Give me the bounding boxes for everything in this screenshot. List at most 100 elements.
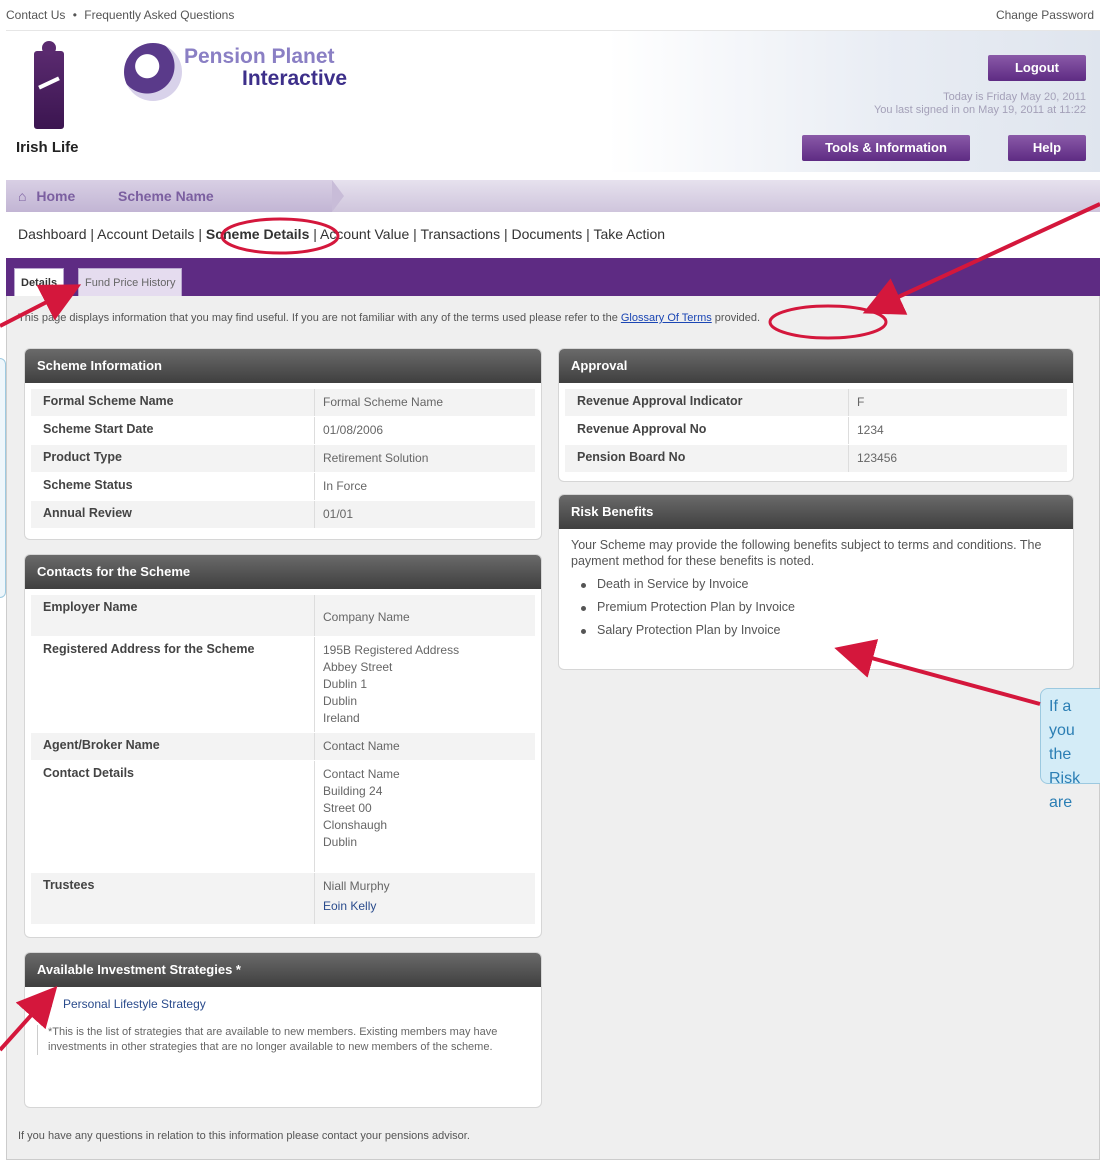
- table-row: Trustees Niall Murphy Eoin Kelly: [31, 873, 535, 925]
- callout-line: If a: [1049, 698, 1072, 715]
- contact-line: Contact Name: [323, 767, 400, 781]
- subnav-dashboard[interactable]: Dashboard: [18, 226, 87, 242]
- callout-line: are: [1049, 794, 1073, 811]
- row-label: Product Type: [43, 450, 122, 464]
- table-row: Annual Review 01/01: [31, 501, 535, 529]
- table-row: Formal Scheme Name Formal Scheme Name: [31, 389, 535, 417]
- row-label: Pension Board No: [577, 450, 686, 464]
- irish-life-logo[interactable]: Irish Life: [16, 41, 86, 161]
- trustee-name: Eoin Kelly: [323, 899, 377, 913]
- row-label: Scheme Start Date: [43, 422, 154, 436]
- callout-line: you: [1049, 722, 1075, 739]
- scheme-information-title: Scheme Information: [25, 349, 541, 383]
- scheme-subnav: Dashboard | Account Details | Scheme Det…: [18, 226, 665, 242]
- row-value: 01/08/2006: [314, 417, 535, 444]
- scheme-information-rows: Formal Scheme Name Formal Scheme Name Sch…: [25, 383, 541, 529]
- product-name-line1: Pension Planet: [184, 45, 335, 68]
- product-name-line2: Interactive: [242, 67, 348, 90]
- breadcrumb-arrow-icon: [332, 180, 344, 212]
- table-row: Registered Address for the Scheme 195B R…: [31, 637, 535, 733]
- row-value: Contact Name: [314, 733, 535, 760]
- trustee-name: Niall Murphy: [323, 879, 390, 893]
- subnav-take-action[interactable]: Take Action: [593, 226, 665, 242]
- risk-benefits-panel: Risk Benefits Your Scheme may provide th…: [558, 494, 1074, 670]
- tools-information-button[interactable]: Tools & Information: [802, 135, 970, 161]
- intro-after: provided.: [711, 312, 761, 324]
- approval-rows: Revenue Approval Indicator F Revenue Appr…: [559, 383, 1073, 473]
- subnav-account-details[interactable]: Account Details: [97, 226, 194, 242]
- subnav-account-value[interactable]: Account Value: [320, 226, 409, 242]
- today-date: Today is Friday May 20, 2011: [943, 91, 1086, 103]
- investment-strategies-panel: Available Investment Strategies * Person…: [24, 952, 542, 1108]
- row-label: Trustees: [43, 878, 95, 892]
- contacts-rows: Employer Name Company Name Registered Add…: [25, 589, 541, 925]
- site-header: Irish Life Pension Planet Interactive Lo…: [6, 30, 1100, 172]
- address-line: 195B Registered Address: [323, 643, 460, 657]
- approval-panel: Approval Revenue Approval Indicator F Rev…: [558, 348, 1074, 482]
- table-row: Agent/Broker Name Contact Name: [31, 733, 535, 761]
- contact-line: Street 00: [323, 801, 372, 815]
- row-value: 123456: [848, 445, 1067, 472]
- footer-note: If you have any questions in relation to…: [18, 1130, 470, 1142]
- row-value: Company Name: [314, 595, 535, 636]
- row-label: Annual Review: [43, 506, 132, 520]
- table-row: Product Type Retirement Solution: [31, 445, 535, 473]
- table-row: Revenue Approval Indicator F: [565, 389, 1067, 417]
- change-password-link[interactable]: Change Password: [996, 8, 1094, 22]
- contacts-panel: Contacts for the Scheme Employer Name Com…: [24, 554, 542, 938]
- breadcrumb-home[interactable]: ⌂ Home: [6, 180, 102, 212]
- logout-button[interactable]: Logout: [988, 55, 1086, 81]
- row-label: Registered Address for the Scheme: [43, 642, 255, 656]
- callout-line: Risk: [1049, 770, 1081, 787]
- subnav-separator: |: [194, 226, 206, 242]
- table-row: Contact Details Contact Name Building 24…: [31, 761, 535, 873]
- top-link-separator: •: [72, 8, 77, 22]
- contacts-title: Contacts for the Scheme: [25, 555, 541, 589]
- row-label: Revenue Approval Indicator: [577, 394, 743, 408]
- contact-line: Building 24: [323, 784, 383, 798]
- row-value: Contact Name Building 24 Street 00 Clons…: [314, 761, 535, 872]
- row-label: Revenue Approval No: [577, 422, 707, 436]
- row-value: Retirement Solution: [314, 445, 535, 472]
- investment-strategies-title: Available Investment Strategies *: [25, 953, 541, 987]
- pension-planet-globe-icon: [124, 43, 182, 101]
- row-value: F: [848, 389, 1067, 416]
- annotation-callout: If a you the Risk are: [1040, 688, 1100, 811]
- irish-life-figure-icon: [34, 41, 64, 129]
- tab-fund-price-history[interactable]: Fund Price History: [78, 268, 183, 296]
- address-line: Dublin 1: [323, 677, 368, 691]
- intro-text: This page displays information that you …: [18, 312, 760, 324]
- left-callout-edge: [0, 358, 6, 598]
- table-row: Pension Board No 123456: [565, 445, 1067, 473]
- breadcrumb-home-label: Home: [36, 188, 76, 204]
- tab-details[interactable]: Details: [14, 268, 65, 296]
- breadcrumb-scheme[interactable]: Scheme Name: [102, 180, 332, 212]
- brand-name: Irish Life: [16, 139, 79, 156]
- session-info: Today is Friday May 20, 2011 You last si…: [874, 91, 1086, 117]
- subnav-documents[interactable]: Documents: [511, 226, 582, 242]
- list-item: Death in Service by Invoice: [575, 573, 1061, 596]
- subnav-separator: |: [86, 226, 98, 242]
- last-signed-in: You last signed in on May 19, 2011 at 11…: [873, 104, 1086, 116]
- address-line: Ireland: [323, 711, 360, 725]
- row-value: 1234: [848, 417, 1067, 444]
- list-item[interactable]: Personal Lifestyle Strategy: [41, 997, 529, 1011]
- row-value: 01/01: [314, 501, 535, 528]
- row-value: In Force: [314, 473, 535, 500]
- list-item: Premium Protection Plan by Invoice: [575, 596, 1061, 619]
- address-line: Dublin: [323, 694, 358, 708]
- table-row: Revenue Approval No 1234: [565, 417, 1067, 445]
- subnav-separator: |: [309, 226, 321, 242]
- contact-us-link[interactable]: Contact Us: [6, 8, 65, 22]
- risk-benefits-title: Risk Benefits: [559, 495, 1073, 529]
- row-label: Formal Scheme Name: [43, 394, 174, 408]
- table-row: Employer Name Company Name: [31, 595, 535, 637]
- subnav-scheme-details[interactable]: Scheme Details: [206, 226, 310, 242]
- row-label: Agent/Broker Name: [43, 738, 160, 752]
- address-line: Abbey Street: [323, 660, 393, 674]
- glossary-link[interactable]: Glossary Of Terms: [621, 312, 712, 324]
- breadcrumb: ⌂ Home Scheme Name: [6, 180, 1100, 212]
- help-button[interactable]: Help: [1008, 135, 1086, 161]
- faq-link[interactable]: Frequently Asked Questions: [84, 8, 234, 22]
- subnav-transactions[interactable]: Transactions: [420, 226, 500, 242]
